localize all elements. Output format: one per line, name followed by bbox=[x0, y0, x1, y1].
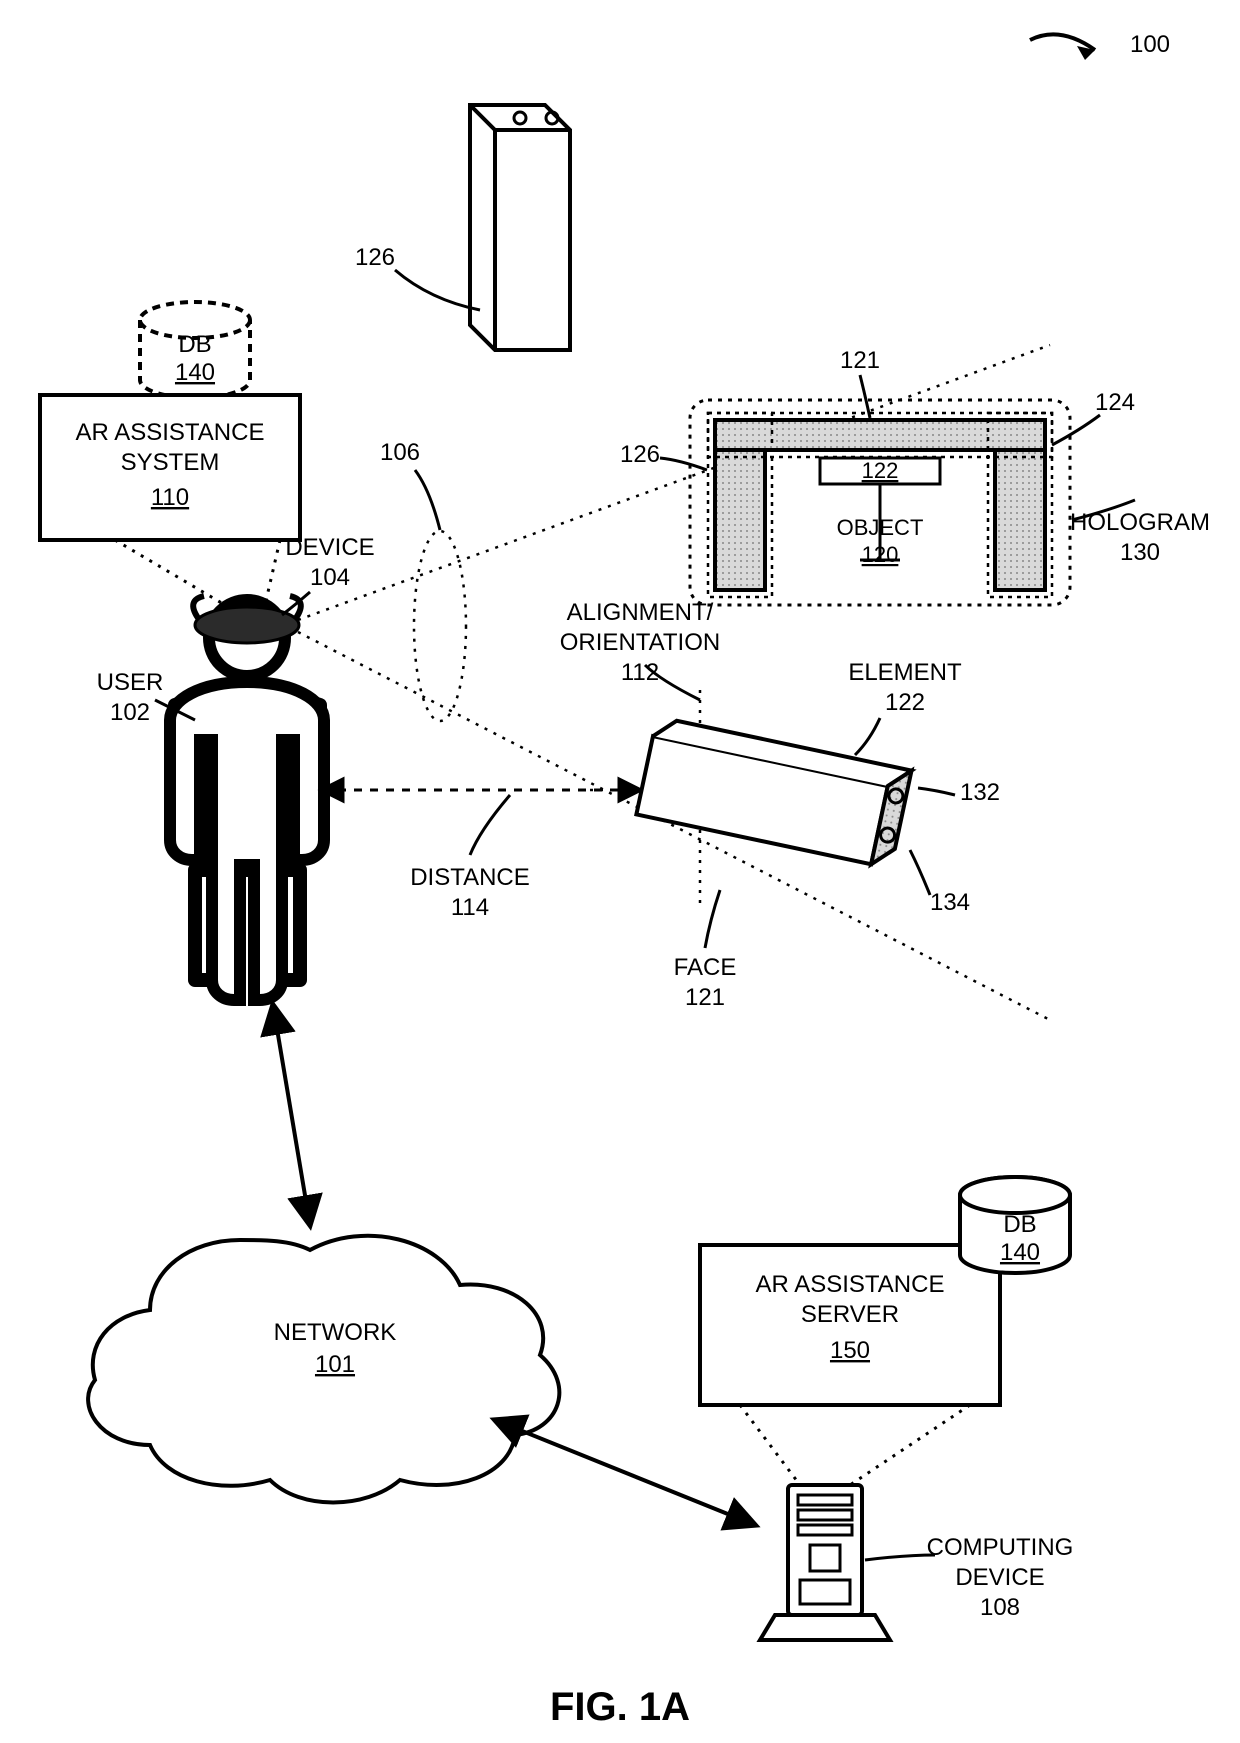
top-box-126: 126 bbox=[355, 105, 570, 350]
hole-132: 132 bbox=[960, 779, 1000, 806]
arrow-network-computing bbox=[495, 1420, 755, 1525]
device-label: DEVICE bbox=[285, 534, 374, 561]
element-box bbox=[636, 717, 911, 869]
device-num: 104 bbox=[310, 564, 350, 591]
element-num: 122 bbox=[885, 689, 925, 716]
arrow-user-network bbox=[273, 1005, 310, 1225]
user-num: 102 bbox=[110, 699, 150, 726]
network-label: NETWORK bbox=[274, 1319, 397, 1346]
figure-label: FIG. 1A bbox=[550, 1685, 690, 1729]
align-l1: ALIGNMENT/ bbox=[567, 599, 714, 626]
hologram-num: 130 bbox=[1120, 539, 1160, 566]
ar-system-l1: AR ASSISTANCE bbox=[76, 419, 265, 446]
user-label: USER bbox=[97, 669, 164, 696]
top-box-126-num: 126 bbox=[355, 244, 395, 271]
network-cloud: NETWORK 101 bbox=[88, 1236, 559, 1503]
ar-server-num: 150 bbox=[830, 1337, 870, 1364]
db-cylinder-2: DB 140 bbox=[960, 1177, 1070, 1273]
object-num: 120 bbox=[862, 542, 899, 567]
hologram-label: HOLOGRAM bbox=[1070, 509, 1210, 536]
computing-l1: COMPUTING bbox=[927, 1534, 1074, 1561]
network-num: 101 bbox=[315, 1351, 355, 1378]
ref-100: 100 bbox=[1030, 31, 1170, 60]
element-label: ELEMENT bbox=[848, 659, 962, 686]
computing-num: 108 bbox=[980, 1594, 1020, 1621]
hole-134: 134 bbox=[930, 889, 970, 916]
computing-l2: DEVICE bbox=[955, 1564, 1044, 1591]
db2-num: 140 bbox=[1000, 1239, 1040, 1266]
hologram-group: 122 OBJECT 120 bbox=[690, 400, 1070, 605]
fov-lens bbox=[414, 531, 466, 721]
holo-inner-122: 122 bbox=[862, 458, 899, 483]
db1-num: 140 bbox=[175, 359, 215, 386]
patent-diagram: 100 126 DB 140 AR ASSISTANCE SYSTEM 110 bbox=[0, 0, 1240, 1743]
db-cylinder-1: DB 140 bbox=[140, 302, 250, 398]
ref-100-text: 100 bbox=[1130, 31, 1170, 58]
fov-num: 106 bbox=[380, 439, 420, 466]
ar-system-box: AR ASSISTANCE SYSTEM 110 bbox=[40, 395, 300, 540]
ar-server-l2: SERVER bbox=[801, 1301, 899, 1328]
align-num: 112 bbox=[621, 659, 659, 686]
ar-server-l1: AR ASSISTANCE bbox=[756, 1271, 945, 1298]
object-label: OBJECT bbox=[837, 515, 924, 540]
ar-server-box: AR ASSISTANCE SERVER 150 bbox=[700, 1245, 1000, 1405]
holo-124: 124 bbox=[1095, 389, 1135, 416]
holo-121: 121 bbox=[840, 347, 880, 374]
distance-label: DISTANCE bbox=[410, 864, 530, 891]
db1-label: DB bbox=[178, 331, 211, 358]
face-num: 121 bbox=[685, 984, 725, 1011]
computing-device bbox=[760, 1485, 890, 1640]
face-label: FACE bbox=[674, 954, 737, 981]
distance-num: 114 bbox=[451, 894, 489, 921]
holo-126: 126 bbox=[620, 441, 660, 468]
db2-label: DB bbox=[1003, 1211, 1036, 1238]
ar-system-num: 110 bbox=[151, 484, 189, 511]
align-l2: ORIENTATION bbox=[560, 629, 720, 656]
ar-system-l2: SYSTEM bbox=[121, 449, 220, 476]
